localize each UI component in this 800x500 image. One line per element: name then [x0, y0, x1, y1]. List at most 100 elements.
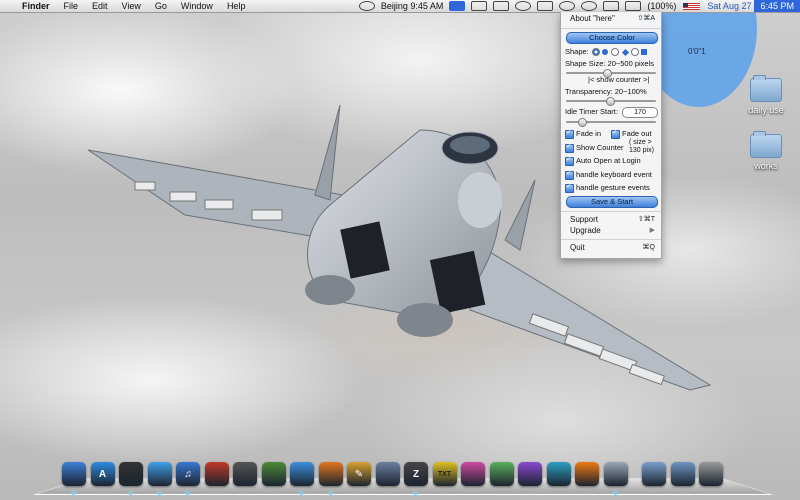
battery-icon[interactable]	[625, 1, 642, 11]
idle-timer-input[interactable]: 170	[622, 107, 658, 118]
xcode-icon[interactable]	[375, 462, 400, 486]
menu-item-upgrade[interactable]: Upgrade ▶	[561, 225, 661, 237]
here-icon[interactable]	[603, 462, 628, 486]
folder-label: daily use	[748, 105, 784, 115]
gesture-event-checkbox[interactable]: handle gesture events	[565, 182, 650, 193]
idle-timer-slider-thumb[interactable]	[578, 118, 588, 127]
idle-timer-label: Idle Timer Start:	[565, 107, 618, 116]
idle-timer-slider[interactable]	[566, 118, 656, 127]
transparency-slider-thumb[interactable]	[605, 97, 615, 106]
keyboard-icon[interactable]	[537, 1, 554, 11]
gesture-event-label: handle gesture events	[576, 183, 650, 192]
shape-label: Shape:	[565, 47, 589, 56]
checkbox-checked	[565, 155, 574, 166]
transparency-slider[interactable]	[566, 97, 656, 106]
shape-radio-hollow-circle[interactable]	[610, 48, 619, 57]
separator	[561, 28, 661, 29]
status-icon-1[interactable]	[471, 1, 488, 11]
dashboard-icon[interactable]	[119, 462, 143, 486]
checkbox-checked	[565, 142, 574, 153]
status-icon-2[interactable]	[493, 1, 510, 11]
keyboard-event-checkbox[interactable]: handle keyboard event	[565, 169, 652, 180]
firefox-icon[interactable]	[318, 462, 343, 486]
shape-row: Shape:	[565, 47, 648, 57]
folder-works[interactable]: works	[741, 131, 791, 171]
txt-icon[interactable]: TXT	[432, 462, 457, 486]
itunes-icon[interactable]: ♫	[176, 462, 200, 486]
here-menu-panel: About "here" ⇧⌘A Choose Color Shape: Shap…	[560, 12, 662, 259]
running-indicator	[328, 492, 332, 495]
keyboard-event-label: handle keyboard event	[576, 170, 652, 179]
chain-icon[interactable]	[489, 462, 514, 486]
fade-out-label: Fade out	[622, 129, 652, 138]
menu-go[interactable]: Go	[148, 0, 174, 12]
z-icon[interactable]: Z	[404, 462, 428, 486]
menu-item-about[interactable]: About "here" ⇧⌘A	[561, 13, 661, 25]
running-indicator	[72, 492, 75, 495]
wifi-icon[interactable]	[581, 1, 598, 11]
dock: A ♫ ✎ Z TXT	[33, 454, 773, 500]
running-indicator	[186, 492, 189, 495]
checkbox-checked	[565, 169, 574, 180]
choose-color-button[interactable]: Choose Color	[566, 32, 658, 44]
world-clock[interactable]: Beijing 9:45 AM	[378, 0, 447, 12]
ring-icon[interactable]	[461, 462, 485, 486]
menu-window[interactable]: Window	[174, 0, 220, 12]
menu-item-quit[interactable]: Quit ⌘Q	[561, 242, 661, 254]
show-counter-label: Show Counter	[576, 143, 624, 152]
menu-view[interactable]: View	[115, 0, 148, 12]
trash-icon[interactable]	[699, 462, 723, 486]
menu-help[interactable]: Help	[220, 0, 253, 12]
time-machine-icon[interactable]	[515, 1, 532, 11]
volume-icon[interactable]	[603, 1, 620, 11]
checkbox-checked	[565, 182, 574, 193]
running-indicator	[157, 492, 161, 495]
menu-file[interactable]: File	[57, 0, 86, 12]
separator	[561, 211, 661, 212]
transparency-label: Transparency: 20~100%	[565, 87, 647, 96]
menubar-time[interactable]: 6:45 PM	[754, 0, 800, 12]
shape-radio-square[interactable]	[631, 48, 640, 57]
preview-icon[interactable]	[233, 462, 257, 486]
shape-size-label: Shape Size: 20~500 pixels	[565, 59, 655, 68]
running-indicator	[129, 492, 132, 495]
chart-icon[interactable]	[261, 462, 286, 486]
auto-open-label: Auto Open at Login	[576, 156, 641, 165]
safari-icon[interactable]	[290, 462, 314, 486]
orange-ball-icon[interactable]	[575, 462, 599, 486]
downloads-folder-icon[interactable]	[670, 462, 695, 486]
separator	[561, 239, 661, 240]
folder-icon	[750, 75, 782, 102]
show-counter-toggle[interactable]: |< show counter >|	[588, 75, 649, 84]
fade-in-checkbox[interactable]: Fade in	[565, 128, 602, 139]
shape-size-slider[interactable]	[566, 69, 656, 78]
shape-radio-circle[interactable]	[591, 48, 600, 57]
auto-open-checkbox[interactable]: Auto Open at Login	[565, 155, 641, 166]
circle-counter-label: 0'0"1	[688, 47, 706, 56]
folder-daily-use[interactable]: daily use	[741, 75, 791, 115]
network-icon[interactable]	[546, 462, 571, 486]
bluetooth-icon[interactable]	[559, 1, 576, 11]
fade-in-label: Fade in	[576, 129, 602, 138]
show-counter-checkbox[interactable]: Show Counter	[565, 142, 624, 153]
app-store-icon[interactable]: A	[90, 462, 115, 486]
clock-icon[interactable]	[358, 1, 375, 11]
activity-icon[interactable]	[204, 462, 229, 486]
save-start-button[interactable]: Save & Start	[566, 196, 658, 208]
running-indicator	[613, 492, 617, 495]
menu-finder[interactable]: Finder	[15, 0, 57, 12]
counter-hint-line-1: ( size >	[629, 139, 652, 146]
finder-icon[interactable]	[62, 462, 86, 486]
applications-folder-icon[interactable]	[642, 462, 666, 486]
menubar-date[interactable]: Sat Aug 27	[704, 0, 754, 12]
people-icon[interactable]	[147, 462, 172, 486]
folder-label: works	[754, 161, 778, 171]
flag-icon[interactable]	[683, 2, 701, 10]
pencil-icon[interactable]: ✎	[347, 462, 371, 486]
tools-icon[interactable]	[518, 462, 542, 486]
fade-out-checkbox[interactable]: Fade out	[611, 128, 652, 139]
menu-edit[interactable]: Edit	[85, 0, 115, 12]
here-status-icon[interactable]	[449, 1, 466, 11]
counter-hint-line-2: 130 pix)	[629, 147, 654, 154]
square-shape-icon	[641, 49, 648, 56]
